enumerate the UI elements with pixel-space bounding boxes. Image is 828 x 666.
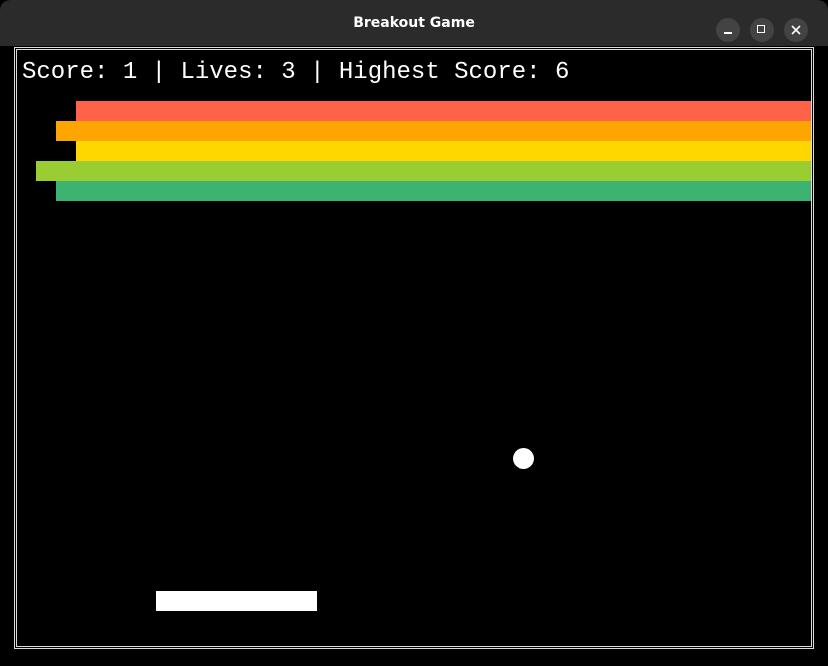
title-bar[interactable]: Breakout Game — [0, 0, 828, 46]
brick-row-5 — [56, 181, 811, 201]
game-window: Breakout Game Score: 1 | Lives: 3 | High… — [0, 0, 828, 666]
highest-score-value: 6 — [554, 59, 570, 86]
maximize-icon — [757, 25, 765, 33]
close-icon — [791, 25, 801, 35]
window-title: Breakout Game — [353, 15, 475, 31]
maximize-button[interactable] — [750, 18, 774, 42]
brick-row-4 — [36, 161, 811, 181]
score-display: Score: 1 | Lives: 3 | Highest Score: 6 — [22, 60, 569, 86]
lives-label: Lives: — [180, 59, 267, 86]
brick-row-1 — [76, 101, 811, 121]
separator: | — [151, 59, 167, 86]
score-label: Score: — [22, 59, 109, 86]
brick-row-2 — [56, 121, 811, 141]
highest-score-label: Highest Score: — [338, 59, 541, 86]
score-value: 1 — [122, 59, 138, 86]
paddle[interactable] — [156, 591, 317, 611]
close-button[interactable] — [784, 18, 808, 42]
brick-row-3 — [76, 141, 811, 161]
separator: | — [310, 59, 325, 86]
lives-value: 3 — [281, 59, 296, 86]
minimize-button[interactable] — [716, 18, 740, 42]
ball — [513, 448, 534, 469]
minimize-icon — [724, 32, 732, 34]
